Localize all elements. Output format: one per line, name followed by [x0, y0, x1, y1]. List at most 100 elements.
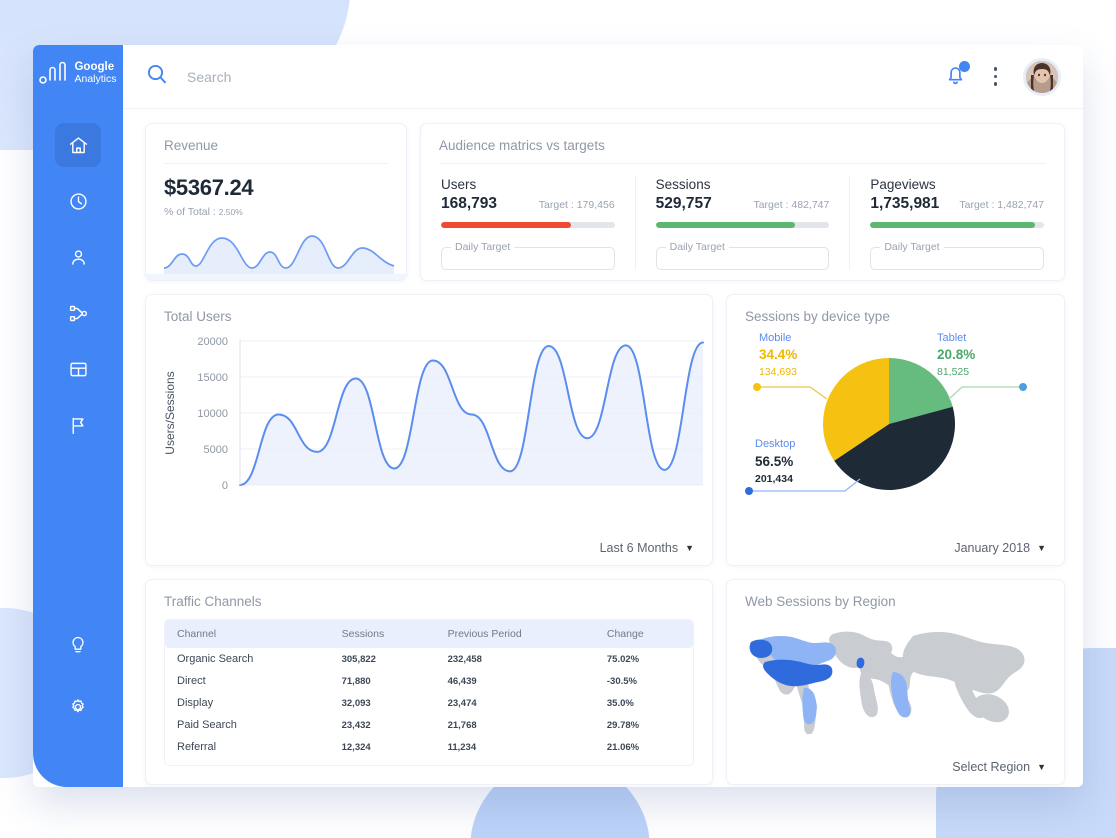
cell-previous-period: 11,234: [447, 741, 477, 753]
sidebar-item-conversions[interactable]: [55, 403, 101, 447]
pie-label-mobile: Mobile: [759, 332, 791, 344]
metric-value: 168,793: [441, 195, 498, 212]
top-bar-actions: [943, 57, 1061, 96]
daily-target-input[interactable]: [871, 255, 1044, 271]
divider: [439, 163, 1046, 164]
page-root: Google Analytics Search Revenue $5367.24…: [0, 0, 1116, 838]
table-body: Organic Search 305,822 232,458 75.02% Direct…: [165, 648, 693, 758]
app-logo[interactable]: Google Analytics: [39, 61, 117, 85]
region-sessions-card: Web Sessions by Region Select Region ▼: [726, 579, 1065, 785]
column-header-channel[interactable]: Channel: [165, 620, 332, 648]
table-row[interactable]: Referral 12,324 11,234 21.06%: [165, 736, 693, 758]
cell-channel: Direct: [177, 675, 206, 687]
search-input[interactable]: [187, 68, 487, 85]
sidebar-item-admin[interactable]: [55, 685, 101, 729]
table-row[interactable]: Paid Search 23,432 21,768 29.78%: [165, 714, 693, 736]
date-range-selector[interactable]: Last 6 Months ▼: [600, 541, 694, 555]
search-icon[interactable]: [145, 62, 169, 91]
cell-previous-period: 232,458: [447, 653, 482, 665]
cell-change: 29.78%: [606, 719, 640, 731]
pie-value-desktop: 201,434: [755, 473, 793, 485]
table-row[interactable]: Display 32,093 23,474 35.0%: [165, 692, 693, 714]
cell-channel: Organic Search: [177, 653, 254, 665]
column-header-sessions[interactable]: Sessions: [331, 620, 438, 648]
field-legend: Daily Target: [884, 241, 940, 253]
sidebar-item-home[interactable]: [55, 123, 101, 167]
region-selector[interactable]: Select Region ▼: [952, 760, 1046, 774]
daily-target-field-users[interactable]: Daily Target: [441, 241, 615, 271]
table-header: Channel Sessions Previous Period Change: [165, 620, 693, 648]
cell-sessions: 71,880: [341, 675, 371, 687]
column-header-previous-period[interactable]: Previous Period: [437, 620, 597, 648]
daily-target-input[interactable]: [656, 255, 829, 271]
audience-card-title: Audience matrics vs targets: [439, 138, 605, 153]
cell-change: -30.5%: [606, 675, 637, 687]
person-icon: [68, 247, 89, 268]
layout-icon: [68, 359, 89, 380]
sidebar-item-behavior[interactable]: [55, 347, 101, 391]
metric-target: Target : 1,482,747: [959, 199, 1045, 211]
avatar[interactable]: [1023, 57, 1061, 96]
daily-target-input[interactable]: [442, 255, 614, 271]
y-axis-tick-label: 5000: [204, 444, 228, 456]
revenue-subtitle-label: % of Total :: [164, 206, 216, 218]
traffic-table: Channel Sessions Previous Period Change …: [165, 620, 693, 758]
pie-percent-desktop: 56.5%: [755, 454, 793, 469]
daily-target-field-pageviews[interactable]: Daily Target: [870, 241, 1045, 271]
chevron-down-icon: ▼: [1037, 543, 1046, 553]
chevron-down-icon: ▼: [685, 543, 694, 553]
revenue-value: $5367.24: [164, 175, 254, 200]
lightbulb-icon: [68, 635, 88, 655]
progress-track: [870, 222, 1045, 228]
metric-pageviews: Pageviews 1,735,981 Target : 1,482,747 D…: [850, 175, 1064, 271]
cell-previous-period: 23,474: [447, 697, 477, 709]
sidebar-item-acquisition[interactable]: [55, 291, 101, 335]
sidebar-item-discover[interactable]: [55, 623, 101, 667]
dashboard-row-1: Revenue $5367.24 % of Total : 2.50% Audi…: [145, 123, 1065, 281]
gear-icon: [68, 697, 88, 717]
date-range-label: Last 6 Months: [599, 541, 679, 555]
sidebar-item-realtime[interactable]: [55, 179, 101, 223]
sidebar: Google Analytics: [33, 45, 123, 787]
dashboard-content: Revenue $5367.24 % of Total : 2.50% Audi…: [123, 109, 1083, 787]
table-row[interactable]: Organic Search 305,822 232,458 75.02%: [165, 648, 693, 670]
world-map: [749, 631, 1025, 734]
pie-label-tablet: Tablet: [937, 332, 966, 344]
table-row[interactable]: Direct 71,880 46,439 -30.5%: [165, 670, 693, 692]
cell-sessions: 32,093: [341, 697, 371, 709]
metric-users: Users 168,793 Target : 179,456 Daily Tar…: [421, 175, 636, 271]
progress-fill: [441, 222, 572, 228]
region-select-label: Select Region: [952, 760, 1031, 774]
revenue-sparkline: [146, 235, 406, 280]
main-area: Revenue $5367.24 % of Total : 2.50%: [123, 45, 1083, 787]
revenue-card: Revenue $5367.24 % of Total : 2.50%: [145, 123, 407, 281]
total-users-line-chart: 0 5000 10000 15000 20000 Users/Sessions: [163, 336, 704, 492]
chevron-down-icon: ▼: [1037, 762, 1046, 772]
sidebar-item-audience[interactable]: [55, 235, 101, 279]
metric-value: 1,735,981: [870, 195, 940, 212]
metric-sessions: Sessions 529,757 Target : 482,747 Daily …: [636, 175, 851, 271]
progress-track: [441, 222, 615, 228]
y-axis-tick-label: 15000: [197, 372, 228, 384]
y-axis-label: Users/Sessions: [163, 371, 177, 454]
pie-value-mobile: 134,693: [759, 366, 797, 378]
period-label: January 2018: [954, 541, 1031, 555]
y-axis-tick-label: 20000: [197, 336, 228, 348]
top-bar: [123, 45, 1083, 109]
bell-icon: [943, 66, 968, 91]
home-icon: [68, 135, 89, 156]
more-vertical-icon[interactable]: [990, 63, 1002, 90]
daily-target-field-sessions[interactable]: Daily Target: [655, 241, 830, 271]
share-nodes-icon: [68, 303, 89, 324]
progress-track: [655, 222, 830, 228]
column-header-change[interactable]: Change: [596, 620, 693, 648]
cell-sessions: 305,822: [341, 653, 376, 665]
period-selector[interactable]: January 2018 ▼: [954, 541, 1046, 555]
cell-change: 35.0%: [606, 697, 634, 709]
notifications-button[interactable]: [943, 60, 970, 92]
device-pie-chart: Mobile 34.4% 134,693 Tablet 20.8% 81,525 Deskt…: [745, 332, 1027, 495]
field-legend: Daily Target: [455, 241, 511, 253]
analytics-bars-icon: [39, 61, 69, 85]
logo-line-1: Google: [74, 61, 115, 74]
metric-label: Users: [441, 177, 477, 192]
